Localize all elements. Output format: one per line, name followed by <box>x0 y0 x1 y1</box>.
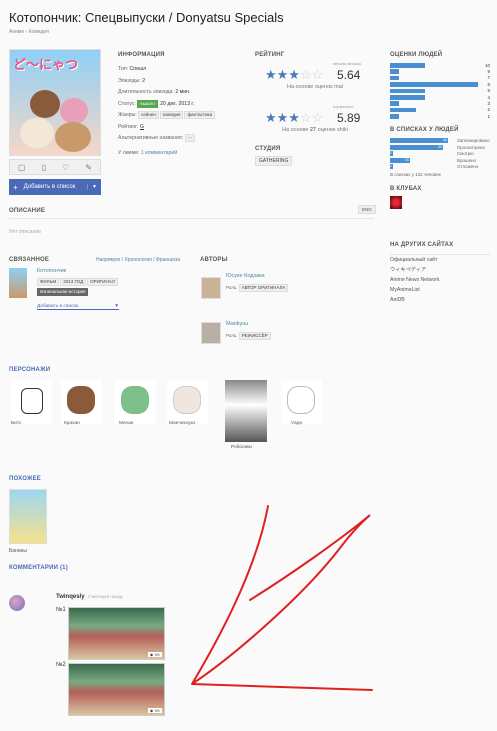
red-scribble-annotation <box>191 505 373 691</box>
